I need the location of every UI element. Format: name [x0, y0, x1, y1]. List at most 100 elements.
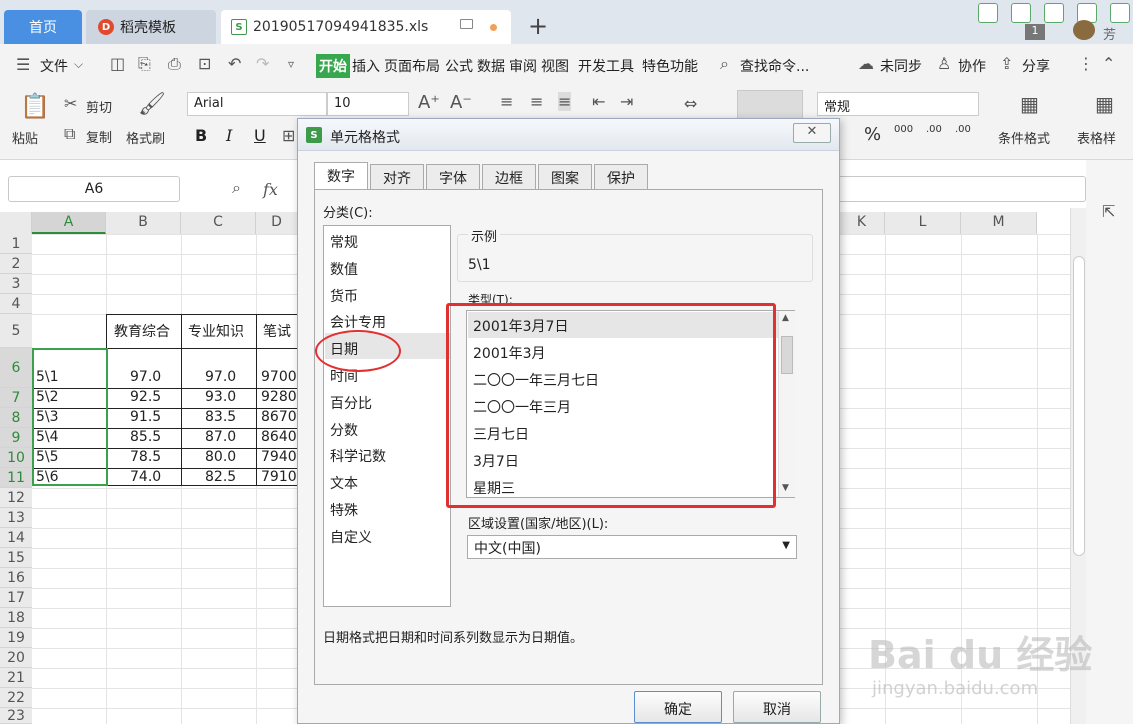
tab-template[interactable]: D 稻壳模板 [86, 10, 216, 44]
table-cell[interactable]: 97.0 [130, 369, 161, 385]
more-icon[interactable]: ⋮ [1078, 54, 1094, 73]
row-header[interactable]: 21 [0, 668, 32, 688]
menu-insert[interactable]: 插入 [352, 56, 380, 76]
category-item[interactable]: 特殊 [330, 500, 358, 520]
ok-button[interactable]: 确定 [634, 691, 722, 723]
row-header[interactable]: 11 [0, 468, 32, 488]
header-cell-edu[interactable]: 教育综合 [114, 321, 170, 341]
percent-button[interactable]: % [864, 124, 881, 145]
row-header[interactable]: 13 [0, 508, 32, 528]
tab-protection[interactable]: 保护 [594, 164, 648, 190]
table-cell[interactable]: 78.5 [130, 449, 161, 465]
merge-cells-icon[interactable]: ⇔ [684, 94, 697, 113]
row-header[interactable]: 15 [0, 548, 32, 568]
italic-button[interactable]: I [226, 126, 232, 145]
row-header[interactable]: 4 [0, 294, 32, 314]
menu-dev-tools[interactable]: 开发工具 [578, 56, 634, 76]
menu-formula[interactable]: 公式 [445, 56, 473, 76]
save-cloud-icon[interactable] [1044, 3, 1064, 23]
chevron-down-icon[interactable]: ⌵ [74, 57, 83, 72]
border-icon[interactable]: ⊞ [282, 126, 295, 145]
category-item[interactable]: 数值 [330, 259, 358, 279]
indent-decrease-icon[interactable]: ⇤ [592, 92, 605, 111]
table-cell[interactable]: 82.5 [205, 469, 236, 485]
bold-button[interactable]: B [195, 126, 207, 145]
pointer-icon[interactable]: ⇱ [1102, 202, 1115, 221]
dialog-titlebar[interactable]: S 单元格格式 ✕ [298, 119, 839, 151]
type-list-scroll-thumb[interactable] [781, 336, 793, 374]
hamburger-icon[interactable]: ☰ [16, 55, 30, 74]
paste-button[interactable]: 粘贴 [12, 128, 38, 147]
row-header[interactable]: 23 [0, 708, 32, 724]
decrease-font-icon[interactable]: A⁻ [450, 92, 472, 113]
share-button[interactable]: 分享 [1022, 56, 1050, 76]
row-header[interactable]: 10 [0, 448, 32, 468]
sync-status[interactable]: 未同步 [880, 56, 922, 76]
table-cell[interactable]: 7910 [261, 469, 297, 485]
search-command[interactable]: 查找命令... [740, 56, 809, 76]
table-cell[interactable]: 97.0 [205, 369, 236, 385]
row-header[interactable]: 1 [0, 234, 32, 254]
row-header[interactable]: 17 [0, 588, 32, 608]
close-button[interactable]: ✕ [793, 123, 831, 143]
category-item[interactable]: 常规 [330, 232, 358, 252]
select-all-corner[interactable] [0, 212, 32, 234]
fx-button[interactable]: fx [263, 180, 278, 199]
cut-button[interactable]: 剪切 [86, 97, 112, 116]
column-header-d[interactable]: D [256, 212, 298, 234]
category-item[interactable]: 货币 [330, 286, 358, 306]
cancel-button[interactable]: 取消 [733, 691, 821, 723]
new-tab-button[interactable]: + [528, 12, 548, 40]
header-cell-written[interactable]: 笔试 [263, 321, 291, 341]
category-item[interactable]: 分数 [330, 420, 358, 440]
header-cell-major[interactable]: 专业知识 [188, 321, 244, 341]
redo-icon[interactable]: ↷ [256, 54, 269, 73]
name-box[interactable]: A6 [8, 176, 180, 202]
table-cell[interactable]: 7940 [261, 449, 297, 465]
tab-border[interactable]: 边框 [482, 164, 536, 190]
table-cell[interactable]: 85.5 [130, 429, 161, 445]
category-item[interactable]: 百分比 [330, 393, 372, 413]
region-select[interactable]: 中文(中国) ▼ [467, 535, 797, 559]
category-item[interactable]: 自定义 [330, 527, 372, 547]
category-item[interactable]: 科学记数 [330, 446, 386, 466]
indent-increase-icon[interactable]: ⇥ [620, 92, 633, 111]
row-header[interactable]: 12 [0, 488, 32, 508]
copy-button[interactable]: 复制 [86, 127, 112, 146]
table-cell[interactable]: 8640 [261, 429, 297, 445]
menu-view[interactable]: 视图 [541, 56, 569, 76]
undo-icon[interactable]: ↶ [228, 54, 241, 73]
row-header[interactable]: 7 [0, 388, 32, 408]
table-style-button[interactable]: 表格样 [1077, 128, 1116, 147]
quick-access-dropdown-icon[interactable]: ▿ [288, 57, 294, 71]
column-header-c[interactable]: C [181, 212, 256, 234]
avatar[interactable] [1073, 20, 1095, 40]
scrollbar-thumb[interactable] [1073, 256, 1085, 556]
collab-button[interactable]: 协作 [958, 56, 986, 76]
tab-file[interactable]: S 20190517094941835.xls [221, 10, 511, 44]
row-header[interactable]: 5 [0, 314, 32, 348]
row-header[interactable]: 18 [0, 608, 32, 628]
row-header[interactable]: 14 [0, 528, 32, 548]
monitor-icon[interactable] [460, 19, 473, 29]
increase-decimal-icon[interactable]: .00 [926, 124, 942, 135]
tab-font[interactable]: 字体 [426, 164, 480, 190]
row-header[interactable]: 16 [0, 568, 32, 588]
category-list[interactable]: 常规 数值 货币 会计专用 日期 时间 百分比 分数 科学记数 文本 特殊 自定义 [323, 225, 451, 607]
menu-special[interactable]: 特色功能 [642, 56, 698, 76]
window-restore-icon[interactable] [978, 3, 998, 23]
menu-data[interactable]: 数据 [477, 56, 505, 76]
column-header-k[interactable]: K [839, 212, 885, 234]
tab-pattern[interactable]: 图案 [538, 164, 592, 190]
menu-review[interactable]: 审阅 [509, 56, 537, 76]
collapse-ribbon-icon[interactable]: ⌃ [1102, 54, 1115, 73]
paste-icon[interactable]: 📋 [20, 92, 50, 120]
column-header-a[interactable]: A [32, 212, 106, 234]
zoom-icon[interactable]: ⌕ [232, 178, 241, 198]
settings-icon[interactable] [1110, 3, 1130, 23]
format-painter-button[interactable]: 格式刷 [126, 128, 165, 147]
row-header[interactable]: 6 [0, 348, 32, 388]
column-header-m[interactable]: M [961, 212, 1037, 234]
category-item[interactable]: 文本 [330, 473, 358, 493]
row-header[interactable]: 3 [0, 274, 32, 294]
